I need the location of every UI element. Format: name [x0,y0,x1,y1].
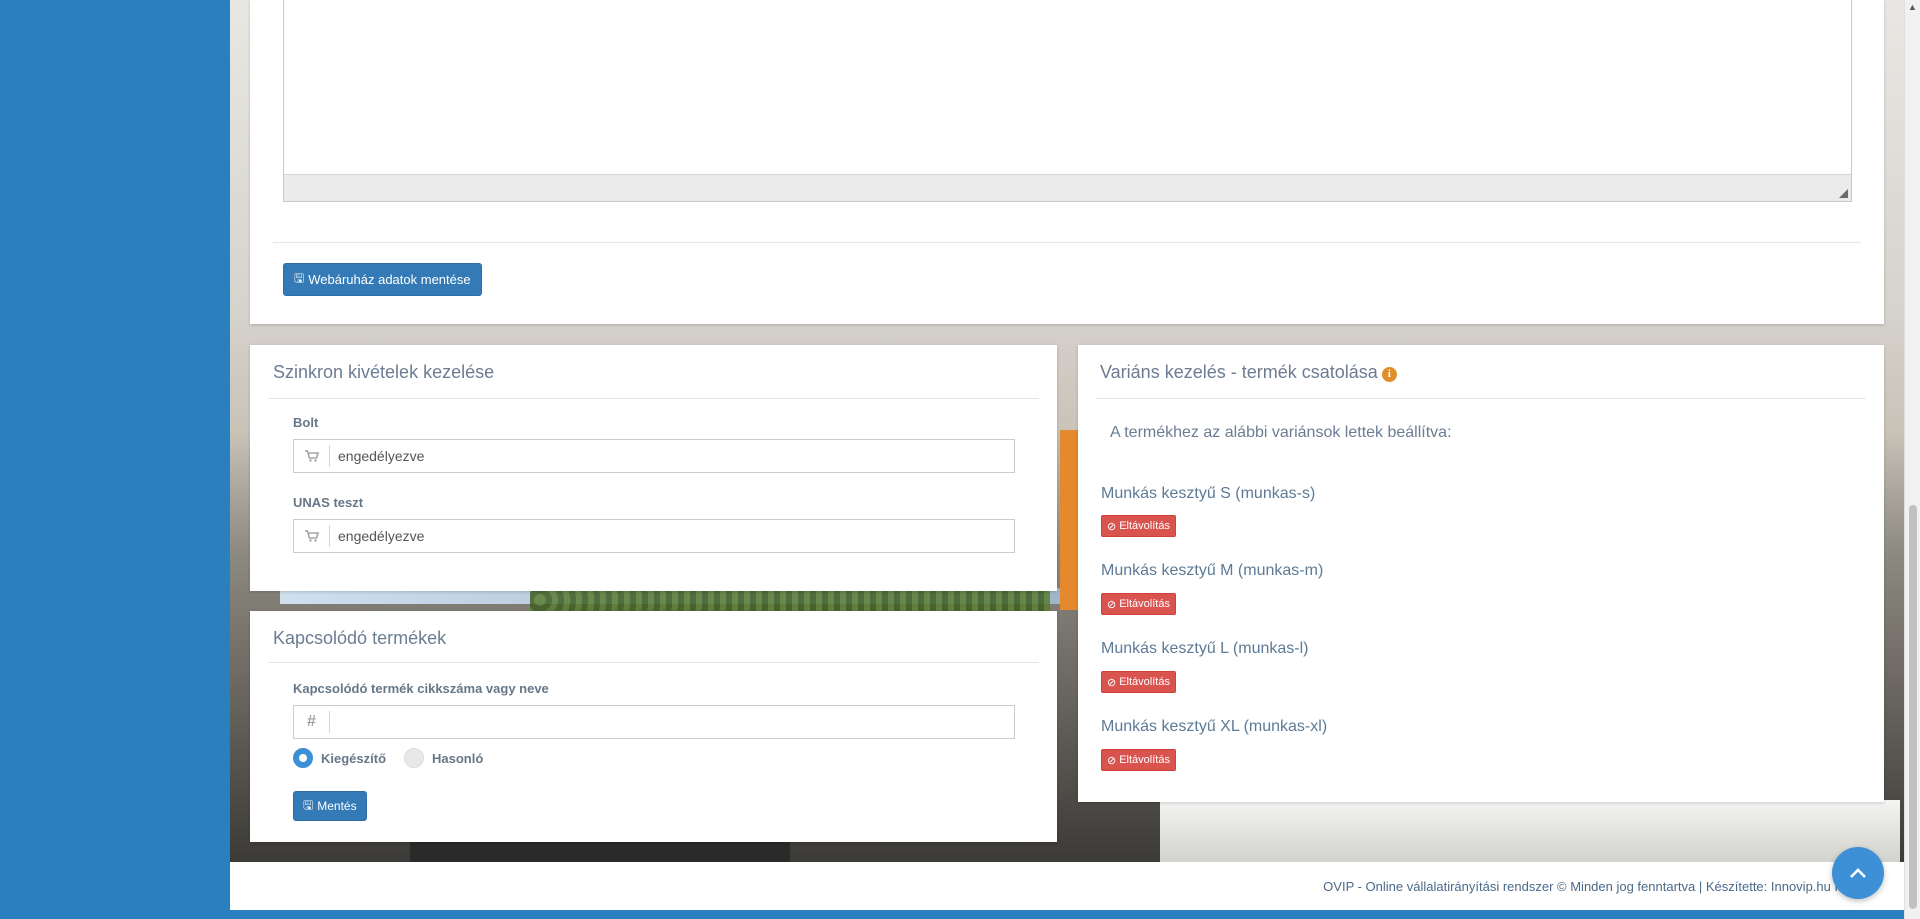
save-related-button[interactable]: 🖫 Mentés [293,791,367,821]
scrollbar-thumb[interactable] [1909,505,1917,909]
unas-test-value: engedélyezve [338,528,425,544]
background-dark-object [410,840,790,862]
info-icon[interactable]: i [1381,366,1397,382]
ban-icon: ⊘ [1107,598,1117,611]
ban-icon: ⊘ [1107,520,1117,533]
sidebar [0,0,230,919]
remove-variant-button[interactable]: ⊘ Eltávolítás [1101,749,1176,771]
divider [1096,398,1866,399]
remove-variant-button[interactable]: ⊘ Eltávolítás [1101,671,1176,693]
variant-panel-title: Variáns kezelés - termék csatolása [1100,362,1378,382]
remove-variant-button[interactable]: ⊘ Eltávolítás [1101,515,1176,537]
divider [268,398,1039,399]
radio-hasonlo[interactable]: Hasonló [404,748,483,768]
page-scrollbar[interactable]: ▲ [1904,0,1920,919]
ban-icon: ⊘ [1107,754,1117,767]
floppy-disk-icon: 🖫 [294,271,305,285]
webshop-data-panel: 🖫 Webáruház adatok mentése [250,0,1884,324]
field-label-related: Kapcsolódó termék cikkszáma vagy neve [293,681,549,696]
editor-statusbar [284,174,1851,201]
variant-intro: A termékhez az alábbi variánsok lettek b… [1110,424,1452,441]
resize-handle-icon[interactable] [1839,189,1848,198]
divider [273,242,1861,243]
field-label-unas: UNAS teszt [293,495,364,510]
text-editor[interactable] [283,0,1852,202]
ban-icon: ⊘ [1107,676,1117,689]
footer: OVIP - Online vállalatirányítási rendsze… [230,862,1904,910]
background-desk [1160,800,1900,862]
panel-title: Szinkron kivételek kezelése [273,362,495,382]
unas-test-field[interactable]: engedélyezve [293,519,1015,553]
floppy-disk-icon: 🖫 [303,797,314,812]
remove-label: Eltávolítás [1119,754,1170,766]
save-webshop-button[interactable]: 🖫 Webáruház adatok mentése [283,263,482,296]
hash-icon: # [294,711,330,733]
shopping-cart-icon [294,445,330,467]
back-to-top-button[interactable] [1832,847,1884,899]
remove-label: Eltávolítás [1119,676,1170,688]
related-products-panel: Kapcsolódó termékek Kapcsolódó termék ci… [250,611,1057,842]
variant-name: Munkás kesztyű L (munkas-l) [1101,640,1309,657]
remove-label: Eltávolítás [1119,520,1170,532]
remove-variant-button[interactable]: ⊘ Eltávolítás [1101,593,1176,615]
shopping-cart-icon [294,525,330,547]
radio-kiegeszito[interactable]: Kiegészítő [293,748,386,768]
bolt-value: engedélyezve [338,448,425,464]
divider [268,662,1039,663]
footer-bar [230,910,1904,919]
remove-label: Eltávolítás [1119,598,1170,610]
footer-text: OVIP - Online vállalatirányítási rendsze… [1323,879,1854,894]
variant-name: Munkás kesztyű XL (munkas-xl) [1101,718,1328,735]
sync-exceptions-panel: Szinkron kivételek kezelése Bolt engedél… [250,345,1057,591]
field-label-bolt: Bolt [293,415,319,430]
related-product-input[interactable]: # [293,705,1015,739]
panel-title: Variáns kezelés - termék csatolása i [1100,362,1397,383]
radio-checked-icon [293,748,313,768]
variant-name: Munkás kesztyű M (munkas-m) [1101,562,1324,579]
variant-name: Munkás kesztyű S (munkas-s) [1101,485,1316,502]
panel-title: Kapcsolódó termékek [273,628,447,648]
save-related-label: Mentés [317,799,357,813]
radio-unchecked-icon [404,748,424,768]
scroll-up-arrow-icon[interactable]: ▲ [1908,2,1917,12]
save-webshop-label: Webáruház adatok mentése [308,272,471,287]
chevron-up-icon [1850,868,1866,878]
radio-label: Hasonló [432,750,484,766]
variant-panel: Variáns kezelés - termék csatolása i A te… [1078,345,1884,802]
bolt-field[interactable]: engedélyezve [293,439,1015,473]
radio-label: Kiegészítő [321,750,387,766]
